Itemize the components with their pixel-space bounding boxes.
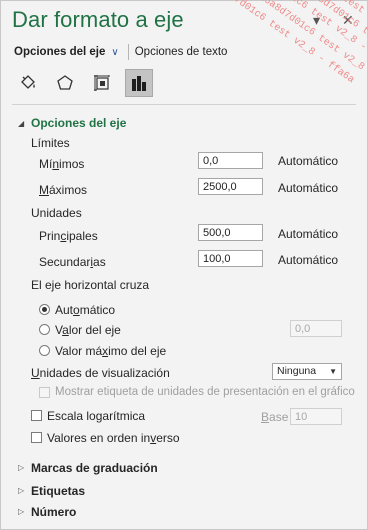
limits-label: Límites [31, 136, 70, 150]
cross-axis-value-input[interactable]: 0,0 [290, 320, 342, 337]
watermark-line: ffa6a8d7d01c6 test v2_8 - [290, 0, 368, 72]
pane-title: Dar formato a eje [12, 7, 184, 32]
tab-axis-options[interactable]: Opciones del eje [14, 46, 105, 58]
units-label: Unidades [31, 206, 82, 220]
tab-separator [127, 44, 129, 60]
max-input[interactable]: 2500,0 [198, 178, 263, 195]
fill-line-tab[interactable] [14, 69, 42, 97]
expand-triangle-icon[interactable]: ▷ [18, 507, 24, 516]
chevron-down-icon[interactable]: ∨ [111, 47, 118, 58]
section-labels-header[interactable]: Etiquetas [31, 484, 85, 498]
cross-axis-value-label: Valor del eje [55, 323, 121, 337]
watermark-line: d01c6 test v2_8 - ffa6a8 [311, 0, 368, 65]
cross-max-value-label: Valor máximo del eje [55, 344, 167, 358]
options-tabs: Opciones del eje ∨ Opciones de texto [14, 44, 227, 60]
expand-triangle-icon[interactable]: ▷ [18, 463, 24, 472]
size-properties-icon [94, 75, 110, 91]
category-icon-tabs [14, 69, 153, 97]
section-tick-marks-header[interactable]: Marcas de graduación [31, 461, 158, 475]
display-units-label: Unidades de visualización [31, 366, 170, 380]
major-unit-label: Principales [39, 229, 98, 243]
minor-auto-button[interactable]: Automático [278, 253, 338, 267]
horizontal-axis-crosses-label: El eje horizontal cruza [31, 278, 150, 292]
cross-axis-value-radio[interactable] [39, 324, 50, 335]
pentagon-icon [57, 75, 73, 90]
log-scale-label: Escala logarítmica [47, 409, 146, 423]
log-base-input[interactable]: 10 [290, 408, 342, 425]
cross-automatic-label: Automático [55, 303, 116, 317]
display-units-select[interactable]: Ninguna ▼ [272, 363, 342, 380]
max-label: Máximos [39, 183, 88, 197]
major-unit-input[interactable]: 500,0 [198, 224, 263, 241]
log-scale-checkbox[interactable] [31, 410, 42, 421]
major-auto-button[interactable]: Automático [278, 227, 338, 241]
close-icon[interactable]: ✕ [342, 12, 354, 29]
cross-max-value-radio[interactable] [39, 345, 50, 356]
show-units-label-text: Mostrar etiqueta de unidades de presenta… [55, 386, 355, 398]
axis-options-tab[interactable] [125, 69, 153, 97]
reverse-order-checkbox[interactable] [31, 432, 42, 443]
pane-options-button[interactable]: ▾ [313, 12, 320, 29]
watermark-line: ffa6a8d7d01c6 test v2_8 [246, 0, 367, 74]
reverse-order-label: Valores en orden inverso [47, 431, 180, 445]
format-axis-pane: Dar formato a eje ▾ ✕ Opciones del eje ∨… [0, 0, 368, 530]
min-auto-button[interactable]: Automático [278, 154, 338, 168]
watermark-line: d7d01c6 test v2_8 - ffa6a [226, 0, 356, 87]
bar-chart-icon [132, 76, 146, 91]
display-units-value: Ninguna [277, 365, 317, 377]
tab-text-options[interactable]: Opciones de texto [135, 46, 228, 58]
fill-bucket-icon [21, 75, 35, 89]
log-base-label: Base [261, 410, 289, 424]
min-label: Mínimos [39, 157, 85, 171]
dropdown-arrow-icon: ▼ [329, 367, 337, 376]
size-properties-tab[interactable] [88, 69, 116, 97]
min-input[interactable]: 0,0 [198, 152, 263, 169]
collapse-triangle-icon[interactable]: ◢ [18, 119, 24, 128]
cross-automatic-radio[interactable] [39, 304, 50, 315]
section-axis-options-header[interactable]: Opciones del eje [31, 116, 126, 130]
minor-unit-input[interactable]: 100,0 [198, 250, 263, 267]
minor-unit-label: Secundarias [39, 255, 106, 269]
axis-options-content: ◢ Opciones del eje Límites Mínimos 0,0 A… [1, 105, 367, 529]
expand-triangle-icon[interactable]: ▷ [18, 486, 24, 495]
max-auto-button[interactable]: Automático [278, 181, 338, 195]
section-number-header[interactable]: Número [31, 505, 76, 519]
show-units-label-checkbox[interactable] [39, 387, 50, 398]
effects-tab[interactable] [51, 69, 79, 97]
